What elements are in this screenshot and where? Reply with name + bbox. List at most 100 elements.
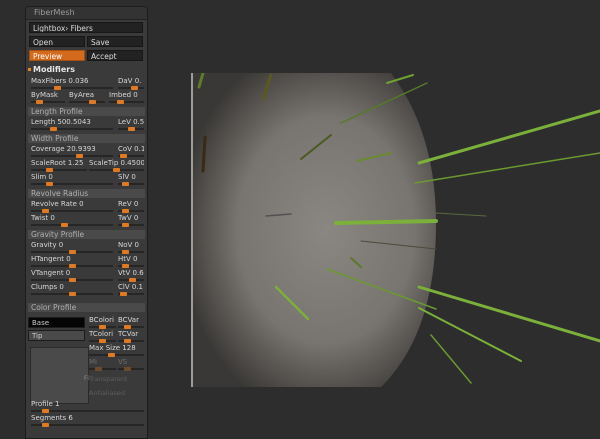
mi-label: Mi — [89, 358, 97, 366]
nov-knob[interactable] — [121, 250, 129, 254]
coverage-slider[interactable]: Coverage 20.9393 — [31, 145, 113, 159]
vtangent-knob[interactable] — [68, 278, 76, 282]
clumps-knob[interactable] — [68, 292, 76, 296]
nov-slider[interactable]: NoV 0 — [118, 241, 144, 255]
scaleroot-slider[interactable]: ScaleRoot 1.25 — [31, 159, 87, 173]
maxfibers-label: MaxFibers 0.036 — [31, 77, 89, 85]
lightbox-fibers-button[interactable]: Lightbox› Fibers — [29, 22, 143, 33]
lev-knob[interactable] — [127, 127, 135, 131]
nov-label: NoV 0 — [118, 241, 139, 249]
preview-button[interactable]: Preview — [29, 50, 85, 61]
mesh-surface — [191, 73, 436, 387]
cov-knob[interactable] — [119, 154, 127, 158]
tip-color-swatch[interactable]: Tip — [28, 330, 85, 341]
revolve-radius-section[interactable]: Revolve Radius — [28, 189, 145, 198]
length-profile-section[interactable]: Length Profile — [28, 107, 145, 116]
length-knob[interactable] — [49, 127, 57, 131]
tcolori-label: TColori — [89, 330, 114, 338]
canvas-viewport[interactable] — [191, 73, 600, 437]
fibermesh-panel: FiberMesh Lightbox› Fibers Open Save Pre… — [25, 6, 148, 439]
open-button[interactable]: Open — [29, 36, 85, 47]
byarea-slider[interactable]: ByArea — [69, 91, 105, 105]
clv-knob[interactable] — [119, 292, 127, 296]
vtangent-slider[interactable]: VTangent 0 — [31, 269, 113, 283]
slim-slider[interactable]: Slim 0 — [31, 173, 113, 187]
twist-knob[interactable] — [61, 223, 68, 227]
maxfibers-knob[interactable] — [53, 86, 61, 90]
imbed-knob[interactable] — [117, 100, 125, 104]
htv-knob[interactable] — [121, 264, 129, 268]
cov-slider[interactable]: CoV 0.1 — [118, 145, 144, 159]
bymask-knob[interactable] — [36, 100, 44, 104]
tcolori-knob[interactable] — [99, 339, 106, 343]
length-slider[interactable]: Length 500.5043 — [31, 118, 113, 132]
bcvar-knob[interactable] — [123, 325, 131, 329]
revolve-rate-slider[interactable]: Revolve Rate 0 — [31, 200, 113, 214]
gravity-slider[interactable]: Gravity 0 — [31, 241, 113, 255]
segments-label: Segments 6 — [31, 414, 73, 422]
twv-knob[interactable] — [121, 223, 129, 227]
revolve-rate-knob[interactable] — [42, 209, 50, 213]
slim-label: Slim 0 — [31, 173, 53, 181]
profile-slider[interactable]: Profile 1 — [31, 400, 144, 414]
base-color-swatch[interactable]: Base — [28, 317, 85, 328]
save-button[interactable]: Save — [87, 36, 143, 47]
maxfibers-slider[interactable]: MaxFibers 0.036 — [31, 77, 113, 91]
bcolori-knob[interactable] — [99, 325, 106, 329]
bymask-slider[interactable]: ByMask — [31, 91, 65, 105]
width-profile-section[interactable]: Width Profile — [28, 134, 145, 143]
bymask-label: ByMask — [31, 91, 58, 99]
profile-curve-editor[interactable]: Fi — [30, 347, 89, 404]
htangent-knob[interactable] — [68, 264, 76, 268]
modifiers-label: Modifiers — [33, 65, 75, 74]
mi-slider[interactable]: Mi — [89, 358, 116, 372]
slv-knob[interactable] — [121, 182, 129, 186]
imbed-slider[interactable]: Imbed 0 — [109, 91, 144, 105]
profile-knob[interactable] — [41, 409, 49, 413]
clumps-slider[interactable]: Clumps 0 — [31, 283, 113, 297]
mi-knob[interactable] — [95, 367, 102, 371]
scaleroot-knob[interactable] — [45, 168, 53, 172]
rev-knob[interactable] — [121, 209, 129, 213]
max-size-slider[interactable]: Max Size 128 — [89, 344, 144, 358]
htv-slider[interactable]: HtV 0 — [118, 255, 144, 269]
bcvar-slider[interactable]: BCVar — [118, 316, 144, 330]
htangent-slider[interactable]: HTangent 0 — [31, 255, 113, 269]
bcolori-slider[interactable]: BColori — [89, 316, 116, 330]
htv-label: HtV 0 — [118, 255, 138, 263]
tcvar-knob[interactable] — [123, 339, 131, 343]
twv-slider[interactable]: TwV 0 — [118, 214, 144, 228]
segments-knob[interactable] — [41, 423, 49, 427]
vtv-slider[interactable]: VtV 0.6 — [118, 269, 144, 283]
imbed-label: Imbed 0 — [109, 91, 138, 99]
scaletip-slider[interactable]: ScaleTip 0.4500 — [89, 159, 144, 173]
twist-slider[interactable]: Twist 0 — [31, 214, 113, 228]
dav-knob[interactable] — [131, 86, 139, 90]
transparent-toggle[interactable]: Transparent — [89, 375, 127, 383]
scaletip-knob[interactable] — [113, 168, 120, 172]
tcolori-slider[interactable]: TColori — [89, 330, 116, 344]
antialiased-toggle[interactable]: Antialiased — [89, 389, 125, 397]
max-size-knob[interactable] — [108, 353, 116, 357]
dav-slider[interactable]: DaV 0. — [118, 77, 144, 91]
modifiers-header[interactable]: Modifiers — [28, 65, 75, 74]
accept-button[interactable]: Accept — [87, 50, 143, 61]
cov-label: CoV 0.1 — [118, 145, 144, 153]
coverage-label: Coverage 20.9393 — [31, 145, 96, 153]
clv-slider[interactable]: ClV 0.1 — [118, 283, 144, 297]
tcvar-slider[interactable]: TCVar — [118, 330, 144, 344]
twv-label: TwV 0 — [118, 214, 139, 222]
vs-knob[interactable] — [123, 367, 131, 371]
byarea-knob[interactable] — [89, 100, 97, 104]
slim-knob[interactable] — [46, 182, 53, 186]
segments-slider[interactable]: Segments 6 — [31, 414, 144, 428]
gravity-profile-section[interactable]: Gravity Profile — [28, 230, 145, 239]
vtv-knob[interactable] — [129, 278, 137, 282]
lev-slider[interactable]: LeV 0.5 — [118, 118, 144, 132]
coverage-knob[interactable] — [76, 154, 83, 158]
rev-slider[interactable]: ReV 0 — [118, 200, 144, 214]
color-profile-section[interactable]: Color Profile — [28, 303, 145, 312]
slv-slider[interactable]: SlV 0 — [118, 173, 144, 187]
vs-slider[interactable]: VS — [118, 358, 144, 372]
gravity-knob[interactable] — [68, 250, 76, 254]
